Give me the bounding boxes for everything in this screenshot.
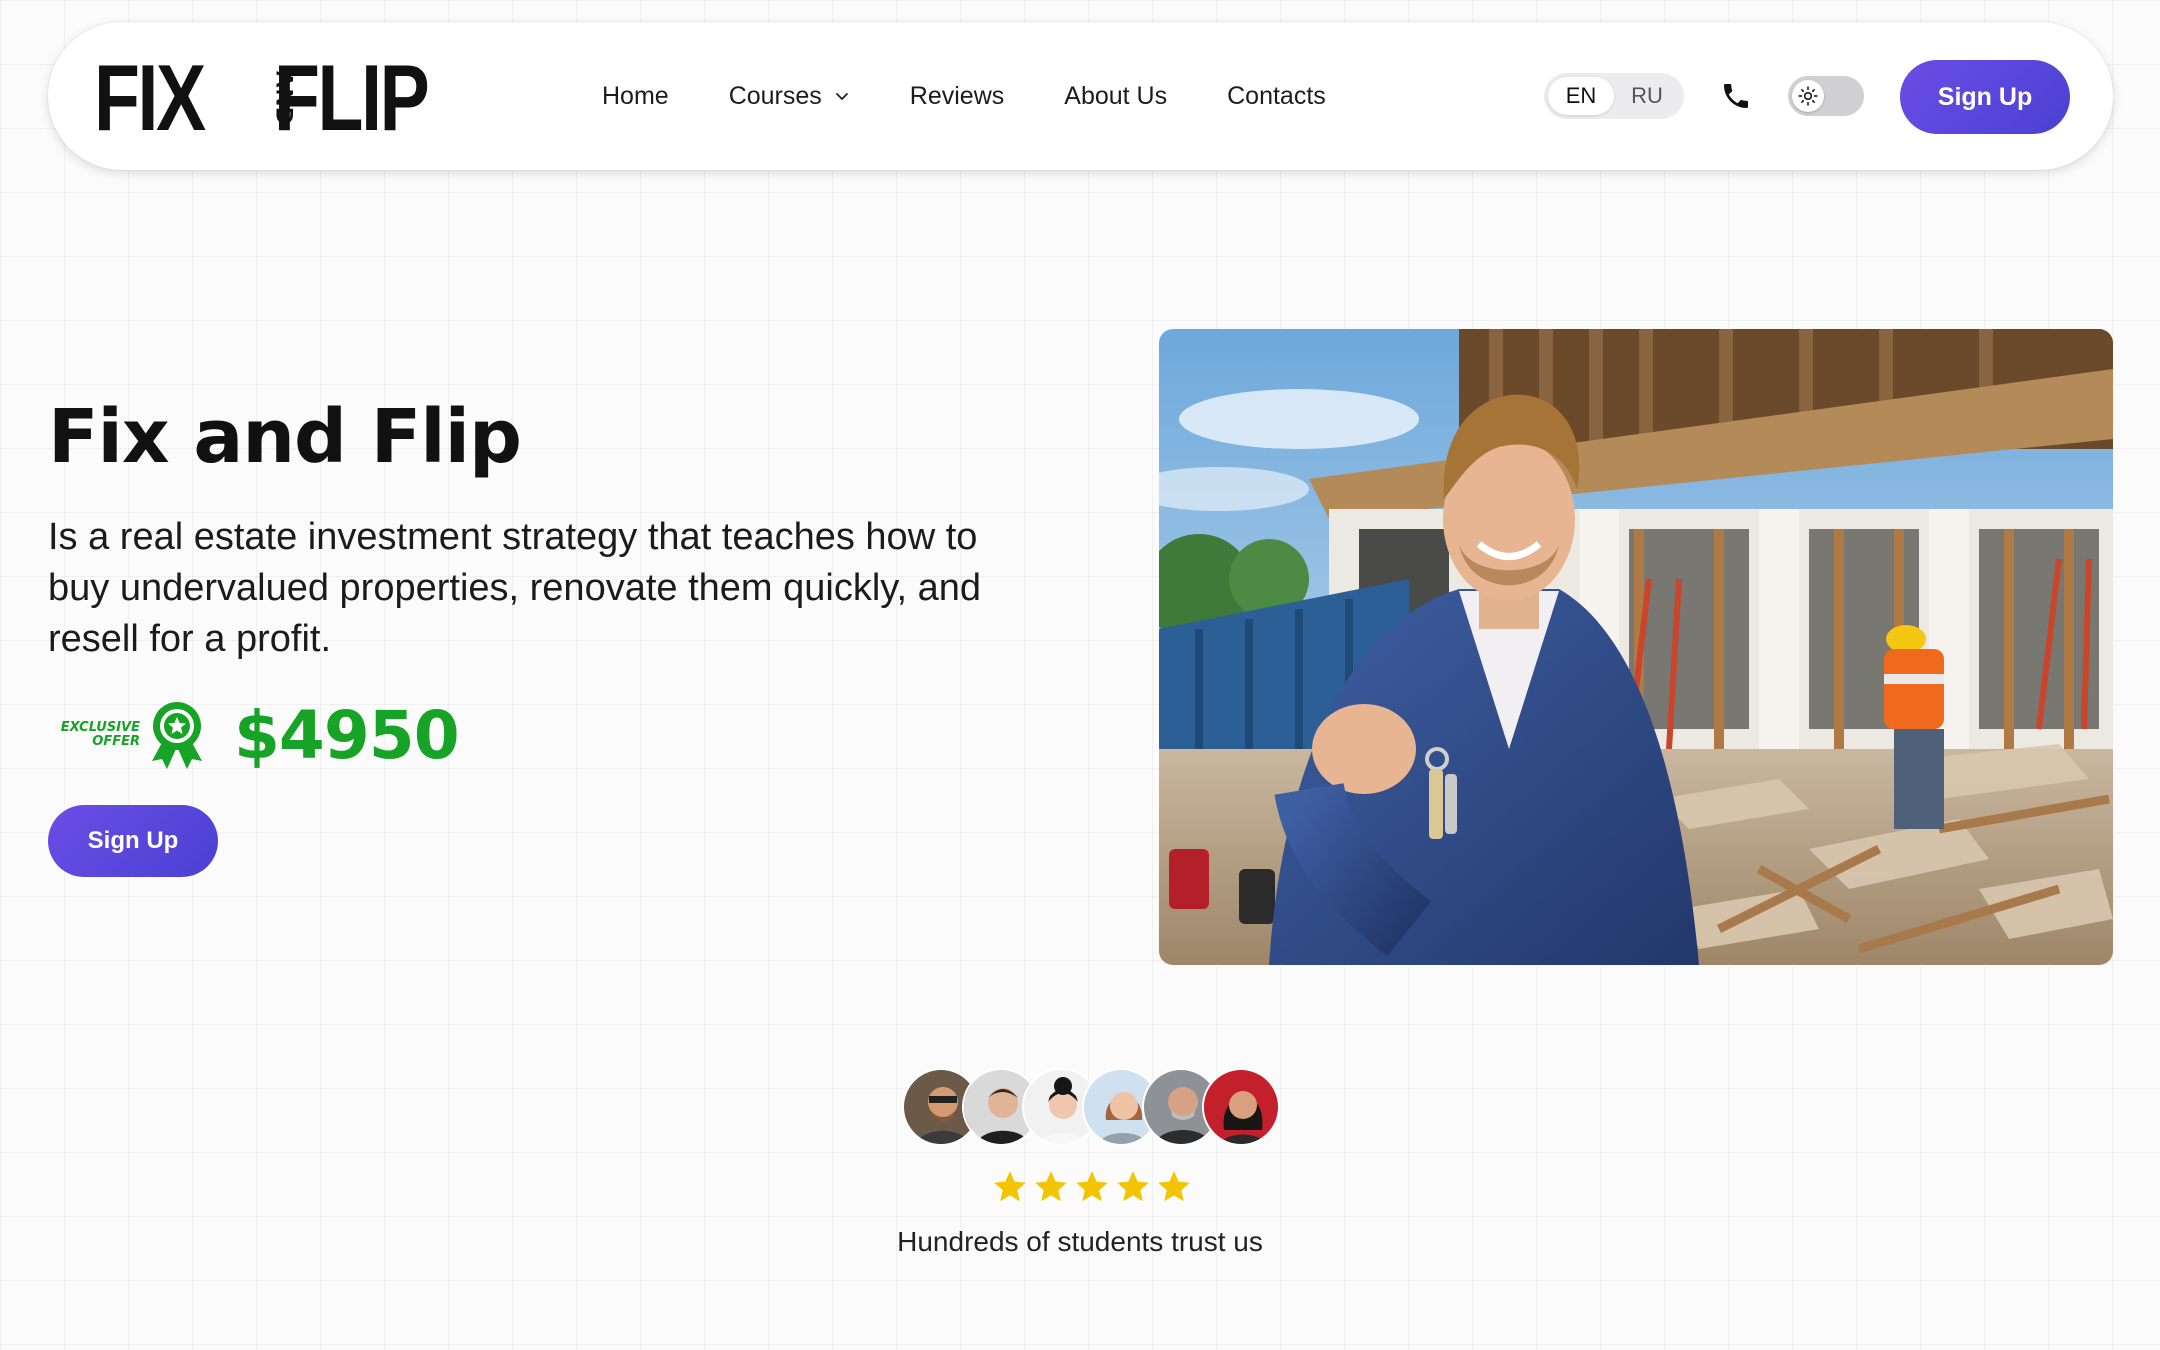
avatar bbox=[1202, 1068, 1280, 1146]
language-option-ru[interactable]: RU bbox=[1614, 77, 1680, 115]
trust-caption: Hundreds of students trust us bbox=[897, 1226, 1263, 1257]
nav-item-courses[interactable]: Courses bbox=[729, 82, 850, 111]
logo-word-flip: FLIP bbox=[274, 45, 430, 150]
student-avatars bbox=[902, 1068, 1280, 1150]
nav-item-contacts[interactable]: Contacts bbox=[1227, 82, 1326, 111]
rating-stars bbox=[990, 1168, 1195, 1206]
hero-photo bbox=[1159, 329, 2113, 965]
chevron-down-icon bbox=[835, 93, 848, 100]
language-option-en[interactable]: EN bbox=[1548, 77, 1614, 115]
star-icon bbox=[1158, 1171, 1190, 1202]
language-switcher: EN RU bbox=[1544, 73, 1684, 119]
exclusive-offer: EXCLUSIVE OFFER $4950 bbox=[48, 695, 460, 775]
star-icon bbox=[1035, 1171, 1067, 1202]
site-logo[interactable]: FIX AND FLIP bbox=[94, 45, 434, 150]
logo-word-fix: FIX bbox=[94, 45, 206, 150]
phone-icon[interactable] bbox=[1720, 80, 1752, 112]
house-renovation-photo bbox=[1159, 329, 2113, 965]
toggle-knob bbox=[1792, 80, 1824, 112]
main-nav: Home Courses Reviews About Us Contacts bbox=[602, 22, 1326, 170]
award-badge-icon bbox=[152, 702, 202, 769]
star-icon bbox=[994, 1171, 1026, 1202]
hero-title: Fix and Flip bbox=[48, 394, 522, 480]
course-price: $4950 bbox=[234, 696, 460, 774]
top-navbar: FIX AND FLIP Home Courses Reviews About … bbox=[48, 22, 2113, 170]
offer-label: EXCLUSIVE OFFER bbox=[60, 720, 140, 749]
header-sign-up-button[interactable]: Sign Up bbox=[1900, 60, 2070, 134]
star-icon bbox=[1117, 1171, 1149, 1202]
hero-description: Is a real estate investment strategy tha… bbox=[48, 516, 981, 660]
nav-item-about-us[interactable]: About Us bbox=[1064, 82, 1167, 111]
nav-item-home[interactable]: Home bbox=[602, 82, 669, 111]
theme-toggle[interactable] bbox=[1788, 76, 1864, 116]
star-icon bbox=[1076, 1171, 1108, 1202]
nav-item-reviews[interactable]: Reviews bbox=[910, 82, 1004, 111]
sun-icon bbox=[1798, 86, 1818, 106]
hero-sign-up-button[interactable]: Sign Up bbox=[48, 805, 218, 877]
